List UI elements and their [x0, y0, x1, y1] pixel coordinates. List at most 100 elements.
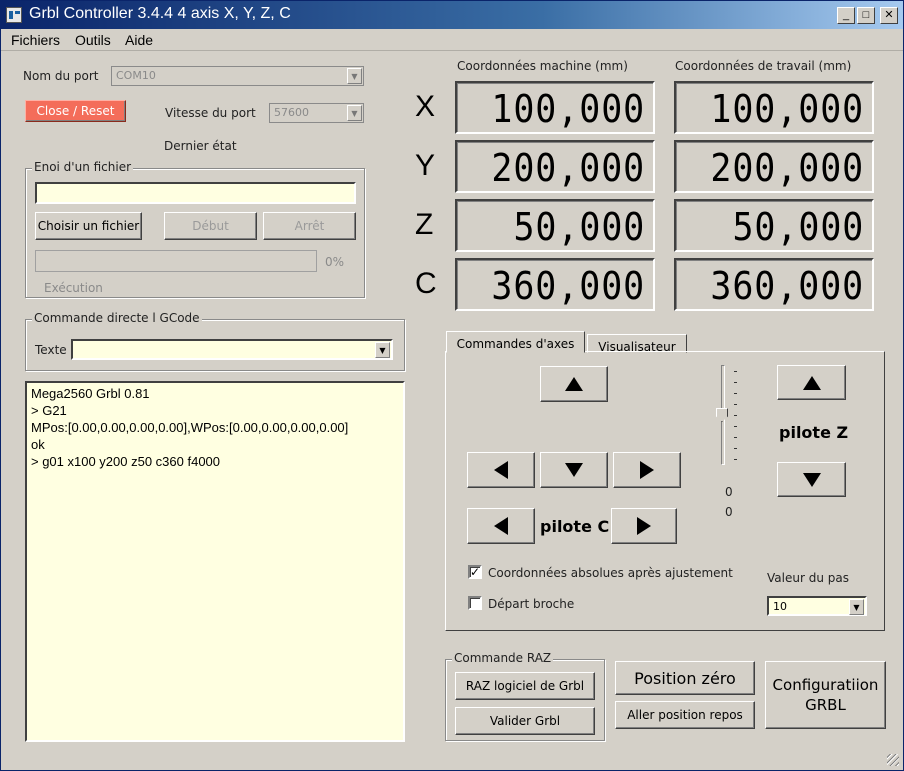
arrow-left-icon: [494, 461, 508, 479]
arrow-up-icon: [802, 375, 821, 390]
arrow-right-icon: [637, 517, 651, 535]
port-speed-label: Vitesse du port: [165, 106, 256, 120]
gcode-text-input[interactable]: ▼: [71, 339, 393, 360]
console-log[interactable]: Mega2560 Grbl 0.81 > G21 MPos:[0.00,0.00…: [25, 381, 405, 742]
port-name-select[interactable]: COM10 ▼: [111, 66, 364, 86]
close-reset-button[interactable]: Close / Reset: [25, 100, 126, 122]
jog-z-plus-button[interactable]: [777, 365, 846, 400]
machine-c-value: 360,000: [491, 264, 645, 308]
menu-outils[interactable]: Outils: [75, 32, 111, 48]
slider-tick: [734, 426, 737, 427]
grbl-config-line2: GRBL: [805, 696, 846, 714]
abs-coords-checkbox[interactable]: ✓: [468, 565, 482, 579]
slider-value-1: 0: [725, 485, 733, 499]
checkmark-icon: ✓: [470, 565, 481, 579]
work-x-display: 100,000: [674, 81, 874, 134]
machine-y-value: 200,000: [491, 146, 645, 190]
console-line: > G21: [31, 403, 67, 418]
machine-x-value: 100,000: [491, 87, 645, 131]
slider-tick: [734, 415, 737, 416]
machine-z-display: 50,000: [455, 199, 655, 252]
work-y-value: 200,000: [710, 146, 864, 190]
pilot-z-label: pilote Z: [779, 423, 849, 442]
maximize-button[interactable]: □: [857, 7, 875, 24]
work-y-display: 200,000: [674, 140, 874, 193]
slider-tick: [734, 448, 737, 449]
gcode-text-label: Texte: [35, 343, 67, 357]
slider-tick: [734, 404, 737, 405]
machine-c-display: 360,000: [455, 258, 655, 311]
port-name-value: COM10: [116, 69, 156, 82]
validate-grbl-button[interactable]: Valider Grbl: [455, 707, 595, 735]
slider-tick: [734, 459, 737, 460]
grbl-config-button[interactable]: Configuratiion GRBL: [765, 661, 886, 729]
jog-z-minus-button[interactable]: [777, 462, 846, 497]
axis-letter-z: Z: [415, 208, 434, 241]
choose-file-button[interactable]: Choisir un fichier: [35, 212, 142, 240]
menu-fichiers[interactable]: Fichiers: [11, 32, 60, 48]
spindle-start-checkbox[interactable]: [468, 596, 482, 610]
app-icon: [6, 7, 22, 23]
home-position-button[interactable]: Aller position repos: [615, 701, 755, 729]
slider-tick: [734, 437, 737, 438]
console-line: MPos:[0.00,0.00,0.00,0.00],WPos:[0.00,0.…: [31, 420, 349, 435]
main-window: Grbl Controller 3.4.4 4 axis X, Y, Z, C …: [0, 0, 904, 771]
console-line: ok: [31, 437, 45, 452]
work-z-display: 50,000: [674, 199, 874, 252]
chevron-down-icon[interactable]: ▼: [375, 342, 390, 358]
window-title: Grbl Controller 3.4.4 4 axis X, Y, Z, C: [29, 5, 291, 22]
gcode-command-legend: Commande directe l GCode: [32, 311, 202, 325]
axis-letter-x: X: [415, 90, 436, 123]
port-speed-value: 57600: [274, 106, 309, 119]
machine-x-display: 100,000: [455, 81, 655, 134]
work-c-value: 360,000: [710, 264, 864, 308]
work-z-value: 50,000: [732, 205, 864, 249]
step-value-select[interactable]: 10 ▼: [767, 596, 867, 616]
tab-axis-commands[interactable]: Commandes d'axes: [446, 331, 585, 353]
zero-position-button[interactable]: Position zéro: [615, 661, 755, 695]
chevron-down-icon: ▼: [347, 105, 362, 121]
stop-button[interactable]: Arrêt: [263, 212, 356, 240]
jog-y-plus-button[interactable]: [540, 366, 608, 402]
execution-label: Exécution: [44, 281, 103, 295]
chevron-down-icon[interactable]: ▼: [849, 599, 864, 615]
pilot-c-label: pilote C: [540, 517, 610, 536]
work-coords-header: Coordonnées de travail (mm): [675, 59, 852, 73]
menu-aide[interactable]: Aide: [125, 32, 153, 48]
axis-letter-y: Y: [415, 149, 436, 182]
resize-grip-icon[interactable]: [887, 754, 899, 766]
axis-letter-c: C: [415, 267, 437, 300]
jog-y-minus-button[interactable]: [540, 452, 608, 488]
raz-grbl-button[interactable]: RAZ logiciel de Grbl: [455, 672, 595, 700]
last-state-label: Dernier état: [164, 139, 237, 153]
jog-c-plus-button[interactable]: [611, 508, 677, 544]
machine-y-display: 200,000: [455, 140, 655, 193]
step-value: 10: [773, 600, 787, 613]
start-button[interactable]: Début: [164, 212, 257, 240]
arrow-down-icon: [565, 463, 583, 477]
slider-tick: [734, 393, 737, 394]
close-button[interactable]: ✕: [880, 7, 898, 24]
machine-coords-header: Coordonnées machine (mm): [457, 59, 628, 73]
port-speed-select[interactable]: 57600 ▼: [269, 103, 364, 123]
arrow-left-icon: [494, 517, 508, 535]
jog-c-minus-button[interactable]: [467, 508, 535, 544]
raz-command-legend: Commande RAZ: [452, 651, 554, 665]
console-line: > g01 x100 y200 z50 c360 f4000: [31, 454, 221, 469]
work-x-value: 100,000: [710, 87, 864, 131]
grbl-config-line1: Configuratiion: [772, 676, 879, 694]
jog-x-minus-button[interactable]: [467, 452, 535, 488]
port-name-label: Nom du port: [23, 69, 99, 83]
slider-tick: [734, 371, 737, 372]
machine-z-value: 50,000: [513, 205, 645, 249]
file-send-legend: Enoi d'un fichier: [32, 160, 134, 174]
arrow-right-icon: [640, 461, 654, 479]
abs-coords-label: Coordonnées absolues après ajustement: [488, 566, 733, 580]
jog-x-plus-button[interactable]: [613, 452, 681, 488]
minimize-button[interactable]: _: [837, 7, 855, 24]
file-path-field[interactable]: [35, 182, 356, 204]
send-progress-bar: [35, 250, 317, 272]
arrow-down-icon: [802, 472, 821, 487]
chevron-down-icon: ▼: [347, 68, 362, 84]
arrow-up-icon: [565, 377, 583, 391]
